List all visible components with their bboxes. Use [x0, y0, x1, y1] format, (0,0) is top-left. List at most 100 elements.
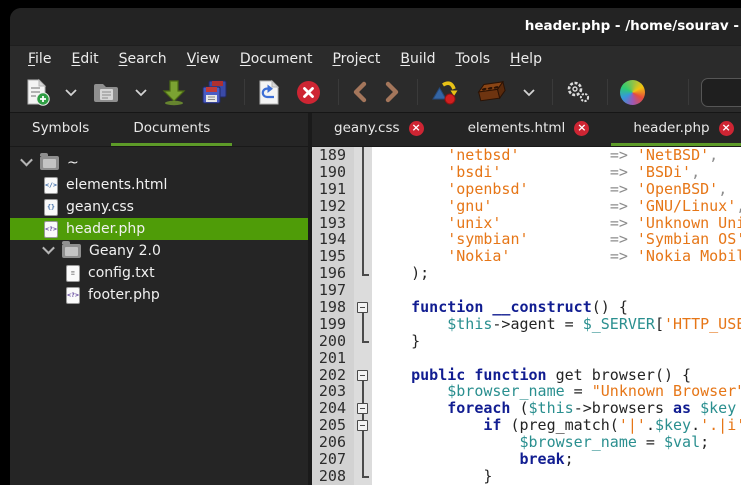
tree-item-header-php[interactable]: <?>header.php — [10, 218, 308, 240]
editor-tab-geany-css[interactable]: geany.css × — [312, 113, 446, 146]
revert-icon — [257, 79, 281, 106]
save-button[interactable] — [162, 79, 186, 106]
fold-toggle-icon[interactable] — [357, 420, 368, 431]
build-button[interactable] — [474, 79, 508, 105]
toolbar-separator — [688, 79, 689, 105]
fold-margin — [354, 367, 372, 384]
line-number: 205 — [312, 417, 354, 434]
open-file-button[interactable] — [92, 80, 120, 104]
sidebar-tab-documents[interactable]: Documents — [111, 113, 232, 146]
code-text: 'gnu' => 'GNU/Linux', — [372, 198, 741, 215]
menu-search[interactable]: Search — [109, 46, 177, 73]
code-line[interactable]: 190 'bsdi' => 'BSDi', — [312, 164, 741, 181]
code-line[interactable]: 192 'gnu' => 'GNU/Linux', — [312, 198, 741, 215]
menu-document[interactable]: Document — [230, 46, 323, 73]
sidebar-tab-symbols[interactable]: Symbols — [10, 113, 111, 146]
geany-window: header.php - /home/sourav - FileEditSear… — [10, 8, 741, 485]
code-line[interactable]: 199 $this->agent = $_SERVER['HTTP_USER_A… — [312, 316, 741, 333]
tree-item-label: elements.html — [66, 177, 167, 193]
search-entry[interactable] — [701, 78, 741, 107]
tree-item-label: header.php — [66, 221, 145, 237]
fold-margin — [354, 215, 372, 232]
code-line[interactable]: 205 if (preg_match('|'.$key.'.|i', $th — [312, 417, 741, 434]
fold-toggle-icon[interactable] — [357, 403, 368, 414]
navigate-back-button[interactable] — [351, 81, 369, 103]
fold-margin — [354, 231, 372, 248]
tree-item-config-txt[interactable]: ≡config.txt — [10, 262, 308, 284]
code-line[interactable]: 202 public function get_browser() { — [312, 367, 741, 384]
menu-build[interactable]: Build — [390, 46, 445, 73]
code-line[interactable]: 191 'openbsd' => 'OpenBSD', — [312, 181, 741, 198]
menu-view[interactable]: View — [177, 46, 230, 73]
menu-tools[interactable]: Tools — [446, 46, 501, 73]
toolbar-separator — [244, 79, 245, 105]
code-line[interactable]: 198 function __construct() { — [312, 299, 741, 316]
php-file-icon: <?> — [66, 287, 80, 304]
fold-toggle-icon[interactable] — [357, 370, 368, 381]
code-text: $this->agent = $_SERVER['HTTP_USER_AGE — [372, 316, 741, 333]
build-dropdown-button[interactable] — [522, 88, 536, 97]
code-text: function __construct() { — [372, 299, 741, 316]
tab-close-icon[interactable]: × — [574, 121, 589, 136]
expander-chevron-icon[interactable] — [42, 241, 55, 254]
tree-item-elements-html[interactable]: </>elements.html — [10, 174, 308, 196]
code-line[interactable]: 200 } — [312, 333, 741, 350]
tree-item-footer-php[interactable]: <?>footer.php — [10, 284, 308, 306]
fold-margin — [354, 299, 372, 316]
code-text — [372, 282, 741, 299]
line-number: 201 — [312, 350, 354, 367]
code-line[interactable]: 194 'symbian' => 'Symbian OS', — [312, 231, 741, 248]
run-icon — [565, 79, 591, 105]
open-dropdown-button[interactable] — [134, 88, 148, 97]
code-line[interactable]: 196 ); — [312, 265, 741, 282]
editor-tab-elements-html[interactable]: elements.html× — [446, 113, 612, 146]
code-line[interactable]: 206 $browser_name = $val; — [312, 434, 741, 451]
code-line[interactable]: 208 } — [312, 468, 741, 485]
expander-chevron-icon[interactable] — [20, 153, 33, 166]
new-document-button[interactable] — [24, 78, 50, 106]
code-line[interactable]: 195 'Nokia' => 'Nokia Mobile', — [312, 248, 741, 265]
code-line[interactable]: 189 'netbsd' => 'NetBSD', — [312, 147, 741, 164]
code-line[interactable]: 193 'unix' => 'Unknown Unix O — [312, 215, 741, 232]
tab-close-icon[interactable]: × — [719, 121, 734, 136]
toolbar-separator — [338, 79, 339, 105]
titlebar[interactable]: header.php - /home/sourav - — [10, 8, 741, 45]
editor-tab-header-php[interactable]: header.php× — [611, 113, 741, 146]
tree-item-geany-2-0[interactable]: Geany 2.0 — [10, 240, 308, 262]
code-line[interactable]: 204 foreach ($this->browsers as $key => … — [312, 400, 741, 417]
tab-close-icon[interactable]: × — [409, 121, 424, 136]
code-line[interactable]: 201 — [312, 350, 741, 367]
main-split: SymbolsDocuments ~</>elements.html{}gean… — [10, 113, 741, 485]
line-number: 199 — [312, 316, 354, 333]
code-text: } — [372, 468, 741, 485]
fold-margin — [354, 164, 372, 181]
save-all-button[interactable] — [200, 79, 228, 105]
code-text: ); — [372, 265, 741, 282]
menu-help[interactable]: Help — [500, 46, 552, 73]
color-chooser-button[interactable] — [620, 80, 645, 105]
documents-tree[interactable]: ~</>elements.html{}geany.css<?>header.ph… — [10, 147, 308, 485]
close-document-button[interactable] — [295, 79, 322, 106]
code-line[interactable]: 207 break; — [312, 451, 741, 468]
new-dropdown-button[interactable] — [64, 88, 78, 97]
fold-margin — [354, 451, 372, 468]
menu-project[interactable]: Project — [322, 46, 390, 73]
tab-label: geany.css — [334, 120, 400, 136]
menu-edit[interactable]: Edit — [61, 46, 108, 73]
run-button[interactable] — [565, 79, 591, 105]
code-line[interactable]: 203 $browser_name = "Unknown Browser"; — [312, 383, 741, 400]
revert-button[interactable] — [257, 79, 281, 106]
line-number: 202 — [312, 367, 354, 384]
tree-item-~[interactable]: ~ — [10, 152, 308, 174]
code-area[interactable]: 189 'netbsd' => 'NetBSD',190 'bsdi' => '… — [312, 147, 741, 485]
code-line[interactable]: 197 — [312, 282, 741, 299]
line-number: 207 — [312, 451, 354, 468]
fold-margin — [354, 383, 372, 400]
fold-toggle-icon[interactable] — [357, 302, 368, 313]
fold-margin — [354, 198, 372, 215]
compile-button[interactable] — [430, 78, 460, 106]
toolbar-separator — [552, 79, 553, 105]
menu-file[interactable]: File — [18, 46, 61, 73]
navigate-forward-button[interactable] — [383, 81, 401, 103]
tree-item-geany-css[interactable]: {}geany.css — [10, 196, 308, 218]
